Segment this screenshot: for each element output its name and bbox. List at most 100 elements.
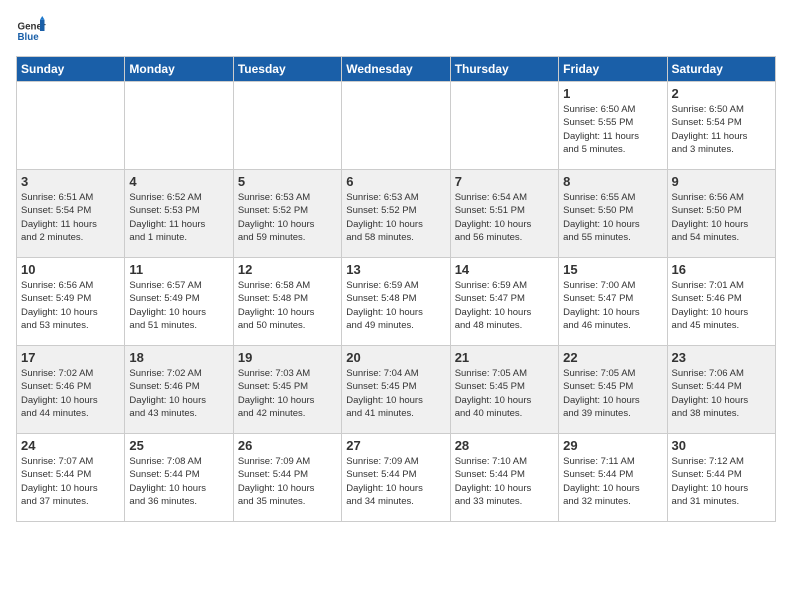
calendar-week-row: 10Sunrise: 6:56 AM Sunset: 5:49 PM Dayli… [17, 258, 776, 346]
day-info: Sunrise: 6:58 AM Sunset: 5:48 PM Dayligh… [238, 279, 337, 332]
day-number: 8 [563, 174, 662, 189]
day-number: 16 [672, 262, 771, 277]
day-number: 12 [238, 262, 337, 277]
day-info: Sunrise: 6:54 AM Sunset: 5:51 PM Dayligh… [455, 191, 554, 244]
day-info: Sunrise: 7:09 AM Sunset: 5:44 PM Dayligh… [346, 455, 445, 508]
day-info: Sunrise: 7:04 AM Sunset: 5:45 PM Dayligh… [346, 367, 445, 420]
calendar-cell: 16 Sunrise: 7:01 AM Sunset: 5:46 PM Dayli… [667, 258, 775, 346]
day-info: Sunrise: 7:06 AM Sunset: 5:44 PM Dayligh… [672, 367, 771, 420]
day-info: Sunrise: 6:56 AM Sunset: 5:50 PM Dayligh… [672, 191, 771, 244]
calendar-cell: 9 Sunrise: 6:56 AM Sunset: 5:50 PM Daylig… [667, 170, 775, 258]
day-number: 9 [672, 174, 771, 189]
day-number: 20 [346, 350, 445, 365]
day-number: 25 [129, 438, 228, 453]
day-number: 14 [455, 262, 554, 277]
weekday-header-tuesday: Tuesday [233, 57, 341, 82]
weekday-header-thursday: Thursday [450, 57, 558, 82]
day-number: 4 [129, 174, 228, 189]
day-number: 29 [563, 438, 662, 453]
day-info: Sunrise: 7:03 AM Sunset: 5:45 PM Dayligh… [238, 367, 337, 420]
day-number: 28 [455, 438, 554, 453]
calendar-cell: 1 Sunrise: 6:50 AM Sunset: 5:55 PM Daylig… [559, 82, 667, 170]
calendar-cell: 4 Sunrise: 6:52 AM Sunset: 5:53 PM Daylig… [125, 170, 233, 258]
day-number: 27 [346, 438, 445, 453]
calendar-cell: 6 Sunrise: 6:53 AM Sunset: 5:52 PM Daylig… [342, 170, 450, 258]
day-info: Sunrise: 6:52 AM Sunset: 5:53 PM Dayligh… [129, 191, 228, 244]
day-number: 24 [21, 438, 120, 453]
day-info: Sunrise: 6:55 AM Sunset: 5:50 PM Dayligh… [563, 191, 662, 244]
calendar-cell: 24 Sunrise: 7:07 AM Sunset: 5:44 PM Dayli… [17, 434, 125, 522]
calendar-cell: 21 Sunrise: 7:05 AM Sunset: 5:45 PM Dayli… [450, 346, 558, 434]
calendar-cell: 20 Sunrise: 7:04 AM Sunset: 5:45 PM Dayli… [342, 346, 450, 434]
day-number: 30 [672, 438, 771, 453]
calendar-cell: 3 Sunrise: 6:51 AM Sunset: 5:54 PM Daylig… [17, 170, 125, 258]
calendar-cell [125, 82, 233, 170]
day-number: 6 [346, 174, 445, 189]
day-number: 15 [563, 262, 662, 277]
day-info: Sunrise: 6:53 AM Sunset: 5:52 PM Dayligh… [346, 191, 445, 244]
day-number: 18 [129, 350, 228, 365]
calendar-cell: 15 Sunrise: 7:00 AM Sunset: 5:47 PM Dayli… [559, 258, 667, 346]
day-info: Sunrise: 7:11 AM Sunset: 5:44 PM Dayligh… [563, 455, 662, 508]
calendar-cell: 25Sunrise: 7:08 AM Sunset: 5:44 PM Dayli… [125, 434, 233, 522]
calendar-cell: 13 Sunrise: 6:59 AM Sunset: 5:48 PM Dayli… [342, 258, 450, 346]
calendar-cell: 18 Sunrise: 7:02 AM Sunset: 5:46 PM Dayli… [125, 346, 233, 434]
day-number: 3 [21, 174, 120, 189]
day-number: 11 [129, 262, 228, 277]
calendar-cell: 17 Sunrise: 7:02 AM Sunset: 5:46 PM Dayli… [17, 346, 125, 434]
day-number: 17 [21, 350, 120, 365]
calendar-cell: 28 Sunrise: 7:10 AM Sunset: 5:44 PM Dayli… [450, 434, 558, 522]
day-number: 5 [238, 174, 337, 189]
day-info: Sunrise: 6:59 AM Sunset: 5:48 PM Dayligh… [346, 279, 445, 332]
logo: General Blue [16, 16, 50, 46]
weekday-header-sunday: Sunday [17, 57, 125, 82]
day-info: Sunrise: 6:50 AM Sunset: 5:54 PM Dayligh… [672, 103, 771, 156]
weekday-header-row: SundayMondayTuesdayWednesdayThursdayFrid… [17, 57, 776, 82]
page-header: General Blue [16, 16, 776, 46]
calendar-cell: 22Sunrise: 7:05 AM Sunset: 5:45 PM Dayli… [559, 346, 667, 434]
day-info: Sunrise: 6:50 AM Sunset: 5:55 PM Dayligh… [563, 103, 662, 156]
calendar-cell: 30Sunrise: 7:12 AM Sunset: 5:44 PM Dayli… [667, 434, 775, 522]
day-info: Sunrise: 7:09 AM Sunset: 5:44 PM Dayligh… [238, 455, 337, 508]
day-number: 7 [455, 174, 554, 189]
day-info: Sunrise: 7:05 AM Sunset: 5:45 PM Dayligh… [563, 367, 662, 420]
weekday-header-wednesday: Wednesday [342, 57, 450, 82]
calendar-cell: 12 Sunrise: 6:58 AM Sunset: 5:48 PM Dayli… [233, 258, 341, 346]
calendar-cell: 29 Sunrise: 7:11 AM Sunset: 5:44 PM Dayli… [559, 434, 667, 522]
svg-text:Blue: Blue [18, 32, 40, 43]
calendar-cell: 8 Sunrise: 6:55 AM Sunset: 5:50 PM Daylig… [559, 170, 667, 258]
calendar-week-row: 17 Sunrise: 7:02 AM Sunset: 5:46 PM Dayli… [17, 346, 776, 434]
day-number: 21 [455, 350, 554, 365]
day-info: Sunrise: 7:01 AM Sunset: 5:46 PM Dayligh… [672, 279, 771, 332]
weekday-header-monday: Monday [125, 57, 233, 82]
day-number: 13 [346, 262, 445, 277]
calendar: SundayMondayTuesdayWednesdayThursdayFrid… [16, 56, 776, 522]
calendar-cell: 2 Sunrise: 6:50 AM Sunset: 5:54 PM Daylig… [667, 82, 775, 170]
calendar-cell: 10Sunrise: 6:56 AM Sunset: 5:49 PM Dayli… [17, 258, 125, 346]
weekday-header-saturday: Saturday [667, 57, 775, 82]
day-number: 1 [563, 86, 662, 101]
day-number: 19 [238, 350, 337, 365]
calendar-cell: 5 Sunrise: 6:53 AM Sunset: 5:52 PM Daylig… [233, 170, 341, 258]
calendar-cell: 23 Sunrise: 7:06 AM Sunset: 5:44 PM Dayli… [667, 346, 775, 434]
calendar-cell: 7 Sunrise: 6:54 AM Sunset: 5:51 PM Daylig… [450, 170, 558, 258]
day-info: Sunrise: 7:05 AM Sunset: 5:45 PM Dayligh… [455, 367, 554, 420]
day-number: 23 [672, 350, 771, 365]
calendar-cell: 19 Sunrise: 7:03 AM Sunset: 5:45 PM Dayli… [233, 346, 341, 434]
day-info: Sunrise: 7:10 AM Sunset: 5:44 PM Dayligh… [455, 455, 554, 508]
day-number: 26 [238, 438, 337, 453]
day-info: Sunrise: 7:02 AM Sunset: 5:46 PM Dayligh… [129, 367, 228, 420]
day-info: Sunrise: 7:07 AM Sunset: 5:44 PM Dayligh… [21, 455, 120, 508]
day-number: 2 [672, 86, 771, 101]
day-info: Sunrise: 7:02 AM Sunset: 5:46 PM Dayligh… [21, 367, 120, 420]
calendar-cell [342, 82, 450, 170]
day-info: Sunrise: 6:53 AM Sunset: 5:52 PM Dayligh… [238, 191, 337, 244]
day-info: Sunrise: 6:56 AM Sunset: 5:49 PM Dayligh… [21, 279, 120, 332]
calendar-cell [17, 82, 125, 170]
day-info: Sunrise: 6:59 AM Sunset: 5:47 PM Dayligh… [455, 279, 554, 332]
day-info: Sunrise: 6:51 AM Sunset: 5:54 PM Dayligh… [21, 191, 120, 244]
calendar-week-row: 24 Sunrise: 7:07 AM Sunset: 5:44 PM Dayli… [17, 434, 776, 522]
calendar-cell [233, 82, 341, 170]
day-info: Sunrise: 7:00 AM Sunset: 5:47 PM Dayligh… [563, 279, 662, 332]
calendar-week-row: 3 Sunrise: 6:51 AM Sunset: 5:54 PM Daylig… [17, 170, 776, 258]
